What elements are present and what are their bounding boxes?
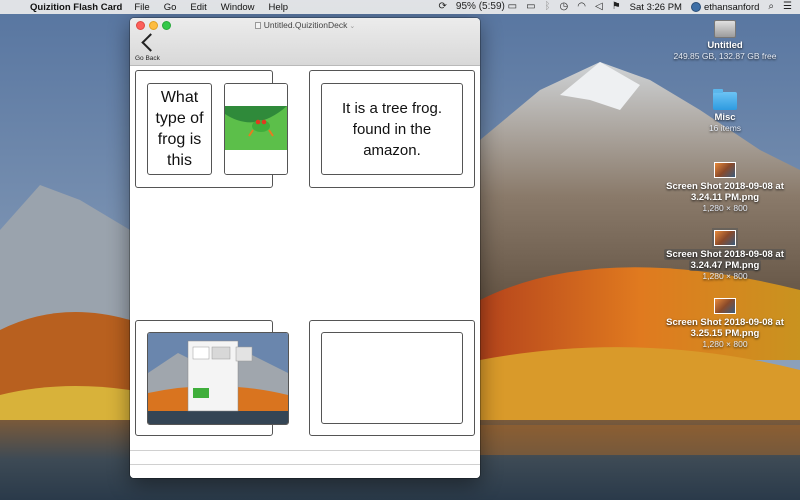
drive-icon — [714, 20, 736, 38]
screenshot-thumbnail[interactable] — [147, 332, 289, 425]
divider — [130, 464, 480, 465]
time-machine-icon[interactable]: ◷ — [560, 0, 569, 14]
desktop-item-screenshot-2[interactable]: Screen Shot 2018-09-08 at 3.24.47 PM.png… — [650, 228, 800, 282]
divider — [130, 450, 480, 451]
chevron-down-icon: ⌄ — [349, 23, 356, 30]
image-card[interactable] — [135, 320, 289, 436]
volume-icon[interactable]: ◁ — [595, 0, 603, 14]
desktop-item-name-line2: 3.24.47 PM.png — [688, 260, 762, 271]
search-icon[interactable]: ⌕ — [768, 0, 774, 14]
menu-app-name[interactable]: Quizition Flash Card — [30, 2, 122, 13]
chevron-left-icon — [141, 33, 160, 52]
menu-file[interactable]: File — [134, 2, 149, 13]
answer-text-box[interactable]: It is a tree frog. found in the amazon. — [321, 83, 463, 175]
desktop-item-info: 1,280 × 800 — [702, 271, 748, 281]
user-menu[interactable]: ethansanford — [690, 1, 760, 13]
bluetooth-icon[interactable]: ᛒ — [545, 0, 551, 14]
clock[interactable]: Sat 3:26 PM — [630, 2, 682, 13]
frog-image[interactable] — [224, 83, 288, 175]
answer-text: It is a tree frog. found in the amazon. — [341, 99, 443, 159]
desktop-item-name-line1: Screen Shot 2018-09-08 at — [666, 317, 784, 328]
menu-edit[interactable]: Edit — [190, 2, 206, 13]
sync-icon[interactable]: ⟳ — [439, 0, 447, 14]
desktop-item-name-line1: Screen Shot 2018-09-08 at — [664, 249, 786, 260]
frog-photo — [225, 84, 287, 174]
username: ethansanford — [703, 1, 760, 13]
document-icon — [254, 22, 261, 29]
screenshot-preview — [148, 333, 288, 424]
desktop-item-name-line1: Screen Shot 2018-09-08 at — [666, 181, 784, 192]
question-text: What type of frog is this — [155, 89, 204, 169]
menu-help[interactable]: Help — [269, 2, 289, 13]
desktop-item-untitled-drive[interactable]: Untitled 249.85 GB, 132.87 GB free — [650, 20, 800, 62]
menu-bar: Quizition Flash Card File Go Edit Window… — [0, 0, 800, 14]
desktop-item-misc-folder[interactable]: Misc 16 items — [650, 89, 800, 134]
desktop-item-info: 249.85 GB, 132.87 GB free — [673, 51, 777, 61]
desktop-item-info: 1,280 × 800 — [702, 203, 748, 213]
empty-card[interactable] — [309, 320, 475, 436]
question-card[interactable]: What type of frog is this — [135, 70, 288, 188]
flashcard-canvas: What type of frog is this It is a tree f… — [130, 66, 480, 478]
desktop-item-name: Untitled — [707, 40, 743, 51]
app-window: Untitled.QuizitionDeck ⌄ Go Back What typ… — [130, 18, 480, 478]
go-back-button[interactable]: Go Back — [134, 31, 166, 65]
menu-go[interactable]: Go — [164, 2, 177, 13]
desktop-item-screenshot-3[interactable]: Screen Shot 2018-09-08 at 3.25.15 PM.png… — [650, 298, 800, 350]
menu-icon[interactable]: ☰ — [783, 0, 792, 14]
wifi-icon[interactable]: ◠ — [577, 0, 586, 14]
go-back-label: Go Back — [135, 55, 160, 62]
desktop-item-name: Misc — [714, 112, 736, 123]
question-text-box[interactable]: What type of frog is this — [147, 83, 212, 175]
user-icon — [690, 2, 701, 12]
screenshot-icon — [712, 228, 738, 248]
empty-card-box[interactable] — [321, 332, 463, 424]
battery-status[interactable]: 95% (5:59) ▭ — [456, 0, 517, 14]
folder-icon — [713, 89, 737, 110]
desktop-item-name-line2: 3.24.11 PM.png — [690, 192, 760, 203]
answer-card[interactable]: It is a tree frog. found in the amazon. — [309, 70, 475, 188]
document-title[interactable]: Untitled.QuizitionDeck ⌄ — [130, 20, 480, 30]
menu-window[interactable]: Window — [221, 2, 255, 13]
airplay-icon[interactable]: ▭ — [526, 0, 535, 14]
battery-icon: ▭ — [507, 1, 518, 12]
desktop-item-info: 16 items — [708, 123, 742, 133]
desktop-item-info: 1,280 × 800 — [702, 339, 748, 349]
flag-icon[interactable]: ⚑ — [612, 0, 621, 14]
screenshot-icon — [714, 298, 736, 314]
title-bar: Untitled.QuizitionDeck ⌄ Go Back — [130, 18, 480, 66]
desktop-item-name-line2: 3.25.15 PM.png — [690, 328, 760, 339]
screenshot-icon — [714, 162, 736, 178]
desktop-item-screenshot-1[interactable]: Screen Shot 2018-09-08 at 3.24.11 PM.png… — [650, 162, 800, 214]
